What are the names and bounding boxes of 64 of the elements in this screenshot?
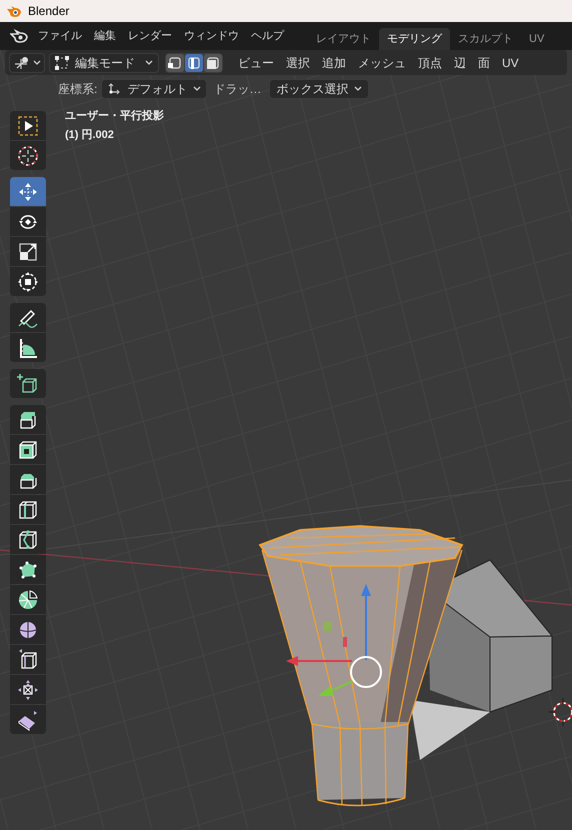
axis-icon xyxy=(13,56,31,70)
window-title: Blender xyxy=(28,3,70,20)
orientation-dropdown[interactable]: デフォルト xyxy=(101,78,208,98)
workspace-tab[interactable]: モデリング xyxy=(379,28,450,50)
bevel-tool-button[interactable] xyxy=(10,465,46,494)
transform-axes-icon xyxy=(107,82,122,96)
menu-item[interactable]: 編集 xyxy=(90,28,120,44)
orientation-label: 座標系: xyxy=(58,80,98,98)
poly-build-tool-button[interactable] xyxy=(10,555,46,584)
mode-dropdown[interactable]: 編集モード xyxy=(49,52,159,72)
workspace-tab[interactable]: レイアウト xyxy=(308,28,379,50)
mesh-edit-icon xyxy=(55,56,69,70)
view-name: ユーザー・平行投影 xyxy=(65,108,164,124)
3d-cursor-icon xyxy=(548,697,572,727)
select-box-tool-button[interactable] xyxy=(10,111,46,140)
transform-icon xyxy=(16,270,40,294)
sphere-tool-button[interactable] xyxy=(10,615,46,644)
move-tool-button[interactable] xyxy=(10,177,46,206)
cursor-icon xyxy=(16,144,40,168)
rotate-tool-button[interactable] xyxy=(10,207,46,236)
chevron-icon xyxy=(193,86,202,92)
menu-item[interactable]: 追加 xyxy=(317,54,351,72)
menu-item[interactable]: 面 xyxy=(473,54,495,72)
scale-tool-button[interactable] xyxy=(10,237,46,266)
edge-select-mode-button[interactable] xyxy=(185,54,203,72)
shear-tool-button[interactable] xyxy=(10,705,46,734)
loop-cut-tool-button[interactable] xyxy=(10,495,46,524)
menu-item[interactable]: UV xyxy=(497,54,524,72)
menu-item[interactable]: ビュー xyxy=(233,54,279,72)
cursor-tool-button[interactable] xyxy=(10,141,46,170)
ruler-tool-button[interactable] xyxy=(10,333,46,362)
menu-item[interactable]: メッシュ xyxy=(353,54,411,72)
inset-tool-button[interactable] xyxy=(10,435,46,464)
menu-item[interactable]: レンダー xyxy=(124,28,176,44)
menu-item[interactable]: 選択 xyxy=(281,54,315,72)
edge-slide-tool-button[interactable] xyxy=(10,645,46,674)
app-logo-icon[interactable] xyxy=(10,29,28,43)
menu-item[interactable]: 頂点 xyxy=(413,54,447,72)
add-cube-tool-button[interactable] xyxy=(10,369,46,398)
chevron-icon xyxy=(354,86,362,92)
menu-item[interactable]: ファイル xyxy=(34,28,86,44)
spin-tool-button[interactable] xyxy=(10,585,46,614)
drag-dropdown[interactable]: ボックス選択 xyxy=(269,78,370,98)
gizmo-dropdown[interactable] xyxy=(9,52,45,72)
drag-label: ドラッ… xyxy=(213,80,262,98)
knife-tool-button[interactable] xyxy=(10,525,46,554)
menu-item[interactable]: ヘルプ xyxy=(247,28,288,44)
workspace-tab[interactable]: スカルプト xyxy=(450,28,521,50)
select-box-icon xyxy=(16,114,40,138)
workspace-tab[interactable]: UV xyxy=(521,28,552,50)
extrude-tool-button[interactable] xyxy=(10,405,46,434)
transform-tool-button[interactable] xyxy=(10,267,46,296)
pencil-tool-button[interactable] xyxy=(10,303,46,332)
shrink-icon xyxy=(16,678,40,702)
menu-item[interactable]: ウィンドウ xyxy=(180,28,243,44)
spin-icon xyxy=(16,588,40,612)
chevron-icon xyxy=(145,60,153,66)
chevron-icon xyxy=(33,60,41,66)
object-name: (1) 円.002 xyxy=(65,128,115,142)
menu-item[interactable]: 辺 xyxy=(449,54,471,72)
face-select-mode-button[interactable] xyxy=(204,54,222,72)
vertex-select-mode-button[interactable] xyxy=(166,54,184,72)
app-logo-icon xyxy=(6,4,22,18)
shrink-tool-button[interactable] xyxy=(10,675,46,704)
